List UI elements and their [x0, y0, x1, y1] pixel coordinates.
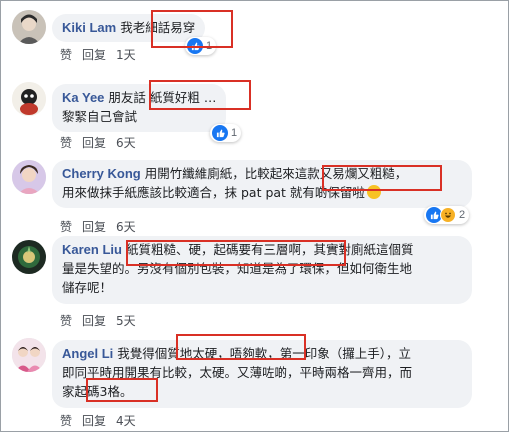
- commenter-name[interactable]: Cherry Kong: [62, 166, 141, 181]
- commenter-name[interactable]: Karen Liu: [62, 242, 122, 257]
- reply-button[interactable]: 回复: [82, 314, 106, 328]
- reply-button[interactable]: 回复: [82, 220, 106, 234]
- comment-actions: 赞回复 1天: [60, 46, 146, 63]
- highlight-box: [322, 165, 442, 191]
- timestamp[interactable]: 5天: [116, 314, 136, 328]
- timestamp[interactable]: 1天: [116, 48, 136, 62]
- comment-actions: 赞回复 6天: [60, 134, 146, 151]
- avatar[interactable]: [12, 338, 46, 372]
- comment-actions: 赞回复 4天: [60, 412, 146, 429]
- reply-button[interactable]: 回复: [82, 136, 106, 150]
- highlight-box: [149, 80, 251, 110]
- avatar[interactable]: [12, 160, 46, 194]
- timestamp[interactable]: 6天: [116, 136, 136, 150]
- reply-button[interactable]: 回复: [82, 414, 106, 428]
- comment-text-line: 用來做抹手紙應該比較適合，抹 pat pat 就有啲保留啦: [62, 185, 365, 200]
- like-button[interactable]: 赞: [60, 314, 72, 328]
- haha-icon: [440, 207, 456, 223]
- like-button[interactable]: 赞: [60, 136, 72, 150]
- avatar[interactable]: [12, 82, 46, 116]
- reaction-count[interactable]: 1: [210, 124, 242, 142]
- like-icon: [212, 125, 228, 141]
- comment-actions: 赞回复 5天: [60, 312, 146, 329]
- highlight-box: [176, 334, 306, 360]
- like-button[interactable]: 赞: [60, 220, 72, 234]
- reply-button[interactable]: 回复: [82, 48, 106, 62]
- commenter-name[interactable]: Angel Li: [62, 346, 113, 361]
- like-button[interactable]: 赞: [60, 48, 72, 62]
- comment-actions: 赞回复 6天: [60, 218, 146, 235]
- commenter-name[interactable]: Kiki Lam: [62, 20, 116, 35]
- avatar[interactable]: [12, 240, 46, 274]
- reaction-count[interactable]: 2: [424, 206, 470, 224]
- avatar[interactable]: [12, 10, 46, 44]
- comment-text-line: 儲存呢！: [62, 280, 113, 295]
- highlight-box: [86, 378, 158, 402]
- like-button[interactable]: 赞: [60, 414, 72, 428]
- highlight-box: [126, 240, 346, 266]
- timestamp[interactable]: 6天: [116, 220, 136, 234]
- highlight-box: [151, 10, 233, 48]
- timestamp[interactable]: 4天: [116, 414, 136, 428]
- commenter-name[interactable]: Ka Yee: [62, 90, 104, 105]
